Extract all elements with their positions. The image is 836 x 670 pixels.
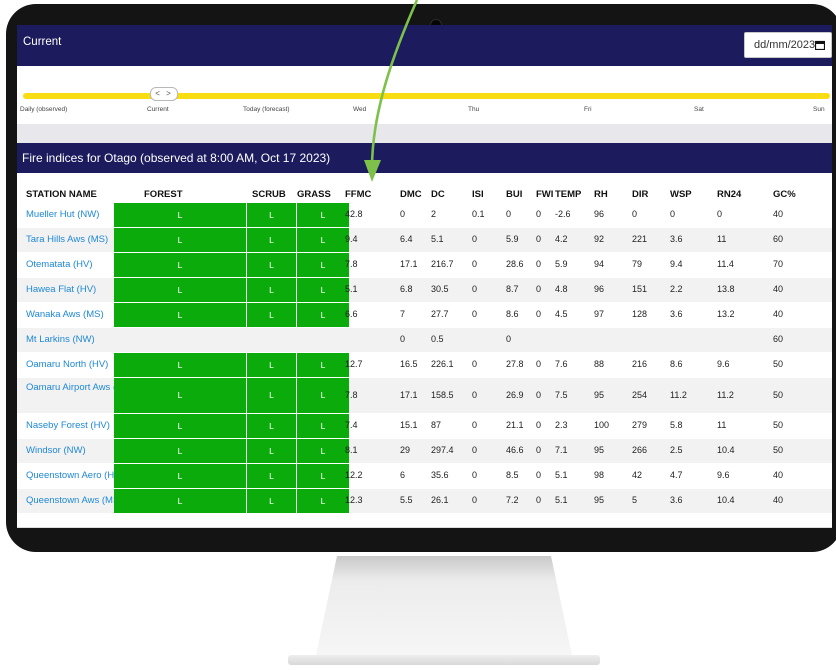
monitor-stand: [288, 556, 600, 665]
